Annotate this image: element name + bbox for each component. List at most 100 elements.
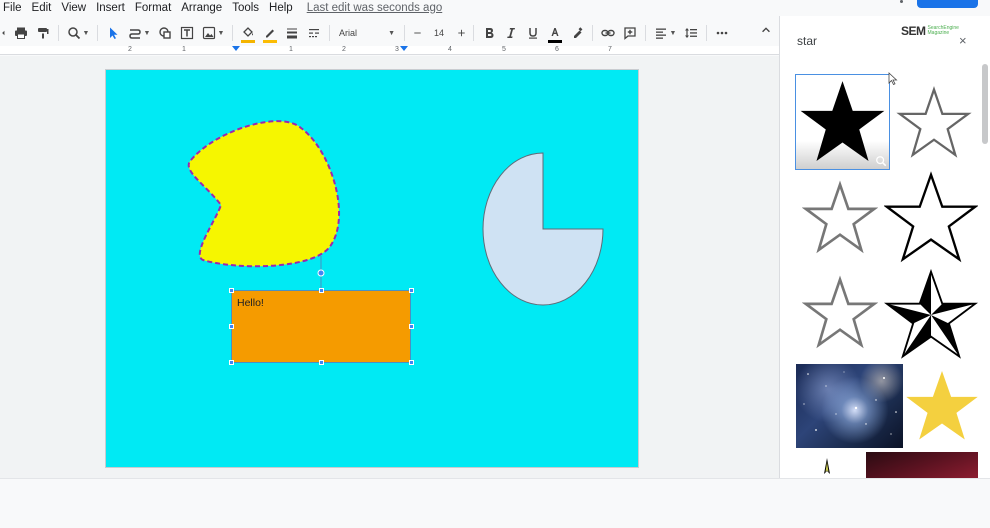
- undo-button[interactable]: [1, 22, 9, 44]
- resize-handle-bottom[interactable]: [319, 360, 324, 365]
- border-weight-button[interactable]: [282, 22, 302, 44]
- underline-button[interactable]: [523, 22, 543, 44]
- italic-button[interactable]: [501, 22, 521, 44]
- chevron-down-icon: ▼: [669, 29, 677, 37]
- collapse-toolbar-button[interactable]: [760, 24, 772, 39]
- result-dark-red-image[interactable]: [866, 452, 978, 478]
- print-button[interactable]: [11, 22, 31, 44]
- resize-handle-left[interactable]: [229, 324, 234, 329]
- close-icon[interactable]: ×: [959, 33, 967, 48]
- result-black-star[interactable]: [795, 74, 890, 170]
- decrease-font-button[interactable]: [410, 22, 424, 44]
- resize-handle-top[interactable]: [319, 288, 324, 293]
- resize-handle-top-left[interactable]: [229, 288, 234, 293]
- toolbar-divider: [97, 25, 98, 41]
- increase-font-button[interactable]: [454, 22, 468, 44]
- result-gray-outline-star[interactable]: [896, 84, 972, 162]
- result-outline-star[interactable]: [802, 274, 878, 352]
- align-button[interactable]: ▼: [651, 22, 679, 44]
- toolbar-divider: [232, 25, 233, 41]
- text-color-icon: [551, 28, 559, 36]
- slide-shapes: [187, 120, 604, 306]
- highlight-icon: [574, 27, 583, 38]
- line-spacing-button[interactable]: [681, 22, 701, 44]
- textbox-icon: [180, 26, 194, 40]
- result-black-outline-star[interactable]: [884, 171, 978, 265]
- more-icon: [716, 31, 728, 35]
- font-select[interactable]: Arial ▼: [335, 22, 399, 44]
- fill-color-button[interactable]: [238, 22, 258, 44]
- zoom-button[interactable]: ▼: [64, 22, 92, 44]
- image-icon: [202, 26, 215, 40]
- menu-tools[interactable]: Tools: [228, 2, 263, 14]
- toolbar-divider: [404, 25, 405, 41]
- result-partial-star[interactable]: [816, 456, 838, 478]
- ruler-number: 1: [289, 46, 293, 53]
- watermark-logo: SEM SearchEngine Magazine: [901, 24, 959, 38]
- resize-handle-top-right[interactable]: [409, 288, 414, 293]
- highlight-button[interactable]: [567, 22, 587, 44]
- result-space-nebula-image[interactable]: [796, 364, 903, 448]
- border-weight-icon: [287, 28, 297, 39]
- logo-subtext: SearchEngine Magazine: [927, 25, 959, 36]
- fill-color-icon: [243, 27, 253, 37]
- resize-handle-bottom-left[interactable]: [229, 360, 234, 365]
- pie-shape[interactable]: [482, 152, 604, 306]
- font-size-input[interactable]: 14: [426, 25, 452, 41]
- underline-icon: [529, 28, 537, 39]
- slide-canvas[interactable]: Hello!: [105, 69, 639, 468]
- panel-scrollbar[interactable]: [982, 64, 988, 144]
- hello-textbox[interactable]: Hello!: [231, 290, 411, 363]
- search-query[interactable]: star: [797, 34, 817, 48]
- line-tool-button[interactable]: ▼: [125, 22, 153, 44]
- menu-edit[interactable]: Edit: [28, 2, 56, 14]
- toolbar-divider: [329, 25, 330, 41]
- font-select-value: Arial: [339, 28, 358, 38]
- star-icon: [802, 180, 878, 254]
- star-icon: [896, 86, 972, 158]
- textbox-tool-button[interactable]: [177, 22, 197, 44]
- image-tool-button[interactable]: ▼: [199, 22, 227, 44]
- horizontal-ruler[interactable]: 2 1 1 2 3 4 5 6 7: [0, 46, 780, 55]
- ruler-number: 6: [555, 46, 559, 53]
- chevron-down-icon: ▼: [217, 29, 225, 37]
- shape-tool-button[interactable]: [155, 22, 175, 44]
- paint-format-icon: [38, 28, 49, 39]
- paint-format-button[interactable]: [33, 22, 53, 44]
- result-nautical-star[interactable]: [884, 268, 978, 362]
- ruler-number: 4: [448, 46, 452, 53]
- ruler-indent-marker[interactable]: [400, 46, 408, 51]
- result-thin-gray-star[interactable]: [802, 179, 878, 257]
- last-edit-link[interactable]: Last edit was seconds ago: [307, 2, 443, 14]
- align-icon: [655, 28, 666, 39]
- ruler-number: 2: [128, 46, 132, 53]
- border-color-button[interactable]: [260, 22, 280, 44]
- menu-arrange[interactable]: Arrange: [177, 2, 226, 14]
- insert-comment-button[interactable]: [620, 22, 640, 44]
- line-icon: [128, 29, 141, 39]
- text-color-button[interactable]: [545, 22, 565, 44]
- menu-file[interactable]: File: [0, 2, 26, 14]
- fill-color-swatch: [241, 40, 255, 43]
- bold-button[interactable]: [479, 22, 499, 44]
- menu-format[interactable]: Format: [131, 2, 175, 14]
- menu-help[interactable]: Help: [265, 2, 297, 14]
- resize-handle-bottom-right[interactable]: [409, 360, 414, 365]
- star-icon: [802, 275, 878, 349]
- share-button[interactable]: [917, 0, 978, 8]
- ruler-indent-marker[interactable]: [232, 46, 240, 51]
- ruler-number: 2: [342, 46, 346, 53]
- menu-view[interactable]: View: [57, 2, 90, 14]
- more-button[interactable]: [712, 22, 732, 44]
- menu-insert[interactable]: Insert: [92, 2, 129, 14]
- border-dash-button[interactable]: [304, 22, 324, 44]
- rotation-handle[interactable]: [317, 269, 325, 277]
- toolbar: ▼ ▼ ▼ Arial ▼ 14 ▼: [0, 20, 780, 46]
- result-yellow-star[interactable]: [904, 366, 980, 446]
- canvas-area: Hello!: [0, 56, 780, 478]
- resize-handle-right[interactable]: [409, 324, 414, 329]
- insert-link-button[interactable]: [598, 22, 618, 44]
- yellow-blob-shape[interactable]: [187, 120, 340, 268]
- search-icon[interactable]: [875, 155, 887, 167]
- select-tool-button[interactable]: [103, 22, 123, 44]
